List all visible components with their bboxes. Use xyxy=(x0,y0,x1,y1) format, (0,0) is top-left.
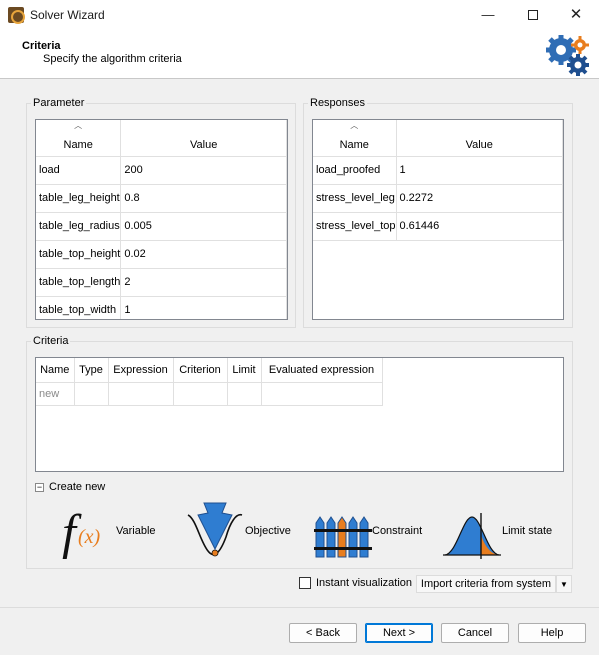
table-row[interactable]: stress_level_leg 0.2272 xyxy=(313,184,563,213)
help-button[interactable]: Help xyxy=(518,623,586,643)
limit-state-label: Limit state xyxy=(502,525,553,537)
constraint-fence-icon xyxy=(314,516,372,558)
variable-label: Variable xyxy=(116,525,156,537)
checkbox-box[interactable] xyxy=(299,577,311,590)
objective-label: Objective xyxy=(245,525,291,537)
import-criteria-button[interactable]: Import criteria from system xyxy=(416,575,556,593)
parameter-table[interactable]: ︿ Name Value load 200 table_leg_height 0.8 … xyxy=(35,119,288,320)
table-row[interactable]: stress_level_top 0.61446 xyxy=(313,212,563,241)
column-header-limit[interactable]: Limit xyxy=(227,358,262,383)
app-icon xyxy=(8,7,25,24)
close-button[interactable]: ✕ xyxy=(553,0,599,30)
table-row[interactable]: load_proofed 1 xyxy=(313,156,563,185)
column-header-name[interactable]: ︿ Name xyxy=(313,120,397,157)
variable-function-icon: f (x) xyxy=(62,504,101,559)
responses-group-title: Responses xyxy=(308,97,368,109)
column-header-value[interactable]: Value xyxy=(396,120,563,157)
variable-tool[interactable]: f (x) Variable xyxy=(58,503,158,559)
constraint-tool[interactable]: Constraint xyxy=(314,515,424,559)
limit-state-distribution-icon xyxy=(443,513,501,559)
footer-separator xyxy=(0,607,599,608)
criteria-group-title: Criteria xyxy=(31,335,71,347)
column-header-type[interactable]: Type xyxy=(74,358,109,383)
constraint-label: Constraint xyxy=(372,525,423,537)
table-row[interactable]: table_top_height 0.02 xyxy=(36,240,287,269)
table-row[interactable]: table_top_length 2 xyxy=(36,268,287,297)
column-header-name[interactable]: Name xyxy=(36,358,75,383)
new-criterion-row[interactable]: new xyxy=(36,382,383,406)
minimize-button[interactable]: — xyxy=(465,0,511,30)
collapse-icon[interactable]: − xyxy=(35,482,44,492)
instant-visualization-label: Instant visualization xyxy=(316,577,412,589)
objective-arrow-icon xyxy=(187,502,243,557)
create-new-label: Create new xyxy=(49,481,106,493)
column-header-value[interactable]: Value xyxy=(120,120,287,157)
page-title: Criteria xyxy=(22,40,61,52)
column-header-name[interactable]: ︿ Name xyxy=(36,120,122,157)
maximize-icon xyxy=(528,9,538,20)
limit-state-tool[interactable]: Limit state xyxy=(443,513,553,559)
column-header-evaluated-expression[interactable]: Evaluated expression xyxy=(261,358,383,383)
criteria-table[interactable]: Name Type Expression Criterion Limit Eva… xyxy=(35,357,564,472)
sort-up-icon: ︿ xyxy=(350,121,359,130)
column-header-criterion[interactable]: Criterion xyxy=(173,358,228,383)
new-row-placeholder[interactable]: new xyxy=(36,382,75,406)
table-row[interactable]: load 200 xyxy=(36,156,287,185)
import-dropdown-button[interactable]: ▼ xyxy=(556,575,572,593)
page-subtitle: Specify the algorithm criteria xyxy=(43,53,182,65)
table-row[interactable]: table_top_width 1 xyxy=(36,296,287,319)
parameter-group-title: Parameter xyxy=(31,97,87,109)
sort-up-icon: ︿ xyxy=(74,121,83,130)
window-title: Solver Wizard xyxy=(30,8,105,22)
create-new-section: − Create new xyxy=(35,481,105,493)
maximize-button[interactable] xyxy=(510,0,556,30)
responses-table[interactable]: ︿ Name Value load_proofed 1 stress_level_l… xyxy=(312,119,564,320)
table-row[interactable]: table_leg_radius 0.005 xyxy=(36,212,287,241)
next-button[interactable]: Next > xyxy=(365,623,433,643)
wizard-header: Criteria Specify the algorithm criteria xyxy=(0,30,599,79)
cancel-button[interactable]: Cancel xyxy=(441,623,509,643)
gears-icon xyxy=(546,35,589,76)
variable-x-glyph: (x) xyxy=(78,526,101,548)
title-bar: Solver Wizard — ✕ xyxy=(0,0,599,30)
instant-visualization-checkbox[interactable]: Instant visualization xyxy=(299,577,412,590)
objective-tool[interactable]: Objective xyxy=(186,501,296,559)
table-row[interactable]: table_leg_height 0.8 xyxy=(36,184,287,213)
column-header-expression[interactable]: Expression xyxy=(108,358,174,383)
back-button[interactable]: < Back xyxy=(289,623,357,643)
